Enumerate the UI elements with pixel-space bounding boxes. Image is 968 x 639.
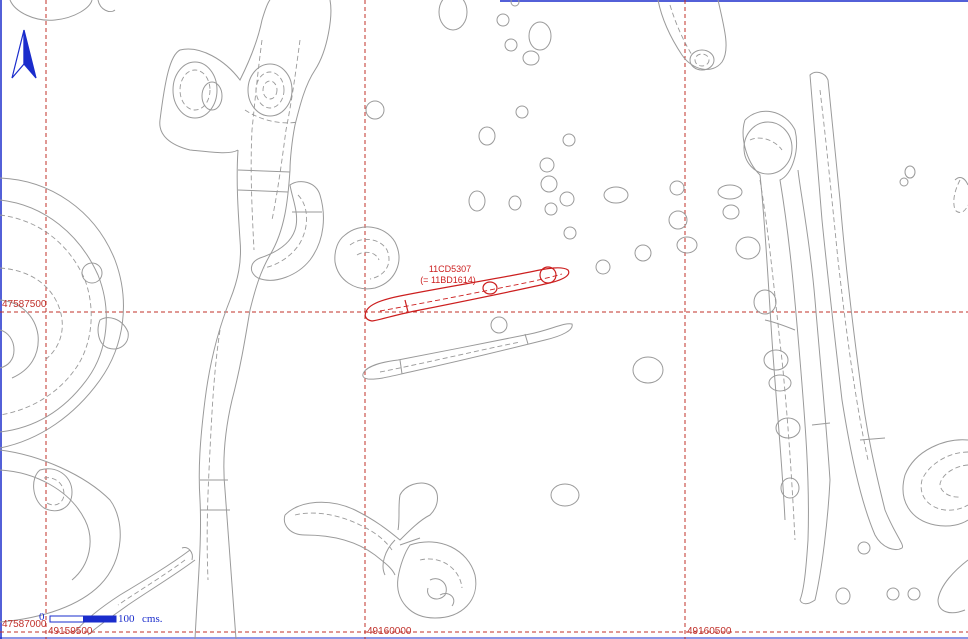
scale-bar: 0 100 cms. xyxy=(39,611,163,625)
post-holes-right[interactable] xyxy=(717,165,921,605)
easting-label-49160000: 49160000 xyxy=(367,626,412,637)
round-pit-feature[interactable] xyxy=(334,226,400,290)
northing-label-47587500: 47587500 xyxy=(2,299,47,310)
north-arrow-icon xyxy=(11,29,37,79)
top-left-feature[interactable] xyxy=(9,0,116,21)
linear-feature-grey[interactable] xyxy=(362,323,573,380)
parallel-ditches-feature[interactable] xyxy=(742,71,904,605)
scale-end-label: 100 xyxy=(118,613,135,625)
scale-start-label: 0 xyxy=(39,611,45,623)
feature-label-primary: 11CD5307 xyxy=(429,264,471,274)
easting-label-49160500: 49160500 xyxy=(687,626,732,637)
scale-unit-label: cms. xyxy=(142,613,163,625)
bulb-ditch-feature[interactable] xyxy=(283,482,477,619)
easting-label-49159500: 49159500 xyxy=(48,626,93,637)
post-holes-cluster[interactable] xyxy=(365,0,698,507)
archaeological-site-plan[interactable]: 11CD5307 (= 11BD1614) 47587500 47587000 … xyxy=(0,0,968,639)
large-circular-feature[interactable] xyxy=(0,177,129,623)
map-frame xyxy=(0,0,968,639)
coordinate-grid xyxy=(0,0,968,639)
right-edge-feature[interactable] xyxy=(902,177,968,614)
coordinate-labels: 47587500 47587000 49159500 49160000 4916… xyxy=(2,299,732,637)
top-right-feature[interactable] xyxy=(657,0,727,71)
long-ditch-feature[interactable] xyxy=(159,0,332,639)
feature-label-secondary: (= 11BD1614) xyxy=(420,275,476,285)
